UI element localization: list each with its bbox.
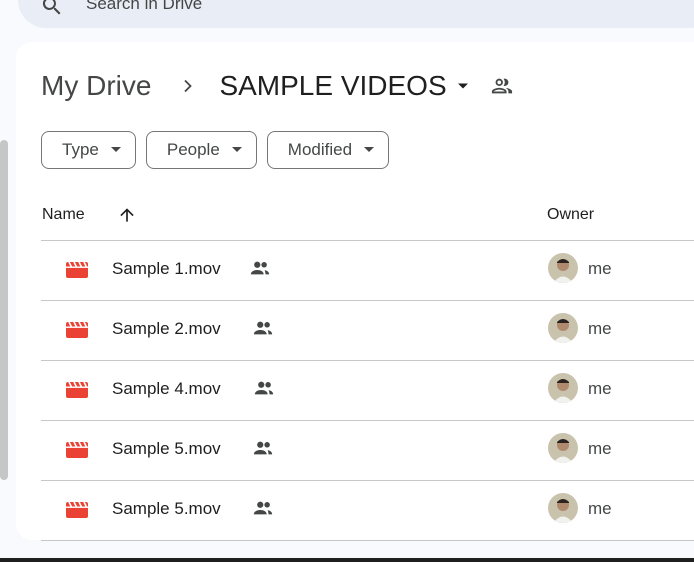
table-row[interactable]: Sample 1.mov me	[41, 241, 694, 301]
caret-down-icon	[364, 147, 375, 153]
video-file-icon	[66, 321, 88, 344]
file-name: Sample 1.mov	[112, 259, 221, 278]
shared-icon	[249, 260, 271, 281]
caret-down-icon[interactable]	[457, 82, 469, 90]
owner-name: me	[588, 259, 612, 278]
avatar	[548, 373, 578, 403]
avatar	[548, 433, 578, 463]
avatar	[548, 493, 578, 523]
shared-icon	[252, 500, 274, 521]
video-file-icon	[66, 261, 88, 284]
video-file-icon	[66, 501, 88, 524]
file-name: Sample 5.mov	[112, 499, 221, 518]
search-icon[interactable]	[40, 0, 64, 23]
breadcrumb-my-drive[interactable]: My Drive	[41, 70, 151, 102]
shared-icon	[252, 320, 274, 341]
video-file-icon	[66, 441, 88, 464]
chevron-right-icon	[181, 79, 195, 93]
caret-down-icon	[231, 147, 242, 153]
shared-icon	[253, 380, 275, 401]
table-row[interactable]: Sample 4.mov me	[41, 361, 694, 421]
shared-icon	[252, 440, 274, 461]
table-row[interactable]: Sample 5.mov me	[41, 481, 694, 541]
scrollbar[interactable]	[0, 140, 8, 480]
filter-people-label: People	[166, 140, 220, 159]
file-panel: My Drive SAMPLE VIDEOS Type People Modif…	[16, 42, 694, 541]
file-list: Sample 1.mov me Sample 2.mov me Sample 4…	[41, 241, 694, 541]
search-input[interactable]: Search in Drive	[86, 0, 202, 14]
filter-type-chip[interactable]: Type	[41, 131, 136, 169]
owner-name: me	[588, 499, 612, 518]
table-row[interactable]: Sample 2.mov me	[41, 301, 694, 361]
file-name: Sample 2.mov	[112, 319, 221, 338]
file-name: Sample 4.mov	[112, 379, 221, 398]
column-header-name[interactable]: Name	[42, 206, 85, 224]
table-row[interactable]: Sample 5.mov me	[41, 421, 694, 481]
video-file-icon	[66, 381, 88, 404]
avatar	[548, 313, 578, 343]
sort-ascending-icon[interactable]	[117, 205, 137, 230]
owner-name: me	[588, 319, 612, 338]
filter-modified-label: Modified	[287, 140, 353, 159]
owner-name: me	[588, 379, 612, 398]
filter-people-chip[interactable]: People	[145, 131, 257, 169]
filter-modified-chip[interactable]: Modified	[266, 131, 390, 169]
file-name: Sample 5.mov	[112, 439, 221, 458]
window-bottom-edge	[0, 558, 694, 562]
owner-name: me	[588, 439, 612, 458]
breadcrumb-current-folder[interactable]: SAMPLE VIDEOS	[219, 70, 446, 102]
search-bar[interactable]: Search in Drive	[18, 0, 694, 28]
avatar	[548, 253, 578, 283]
filter-bar: Type People Modified	[41, 131, 390, 169]
table-header: Name Owner	[41, 200, 694, 241]
shared-folder-icon[interactable]	[491, 75, 513, 97]
caret-down-icon	[110, 147, 121, 153]
filter-type-label: Type	[62, 140, 99, 159]
breadcrumb: My Drive SAMPLE VIDEOS	[41, 64, 513, 108]
column-header-owner[interactable]: Owner	[547, 206, 594, 224]
